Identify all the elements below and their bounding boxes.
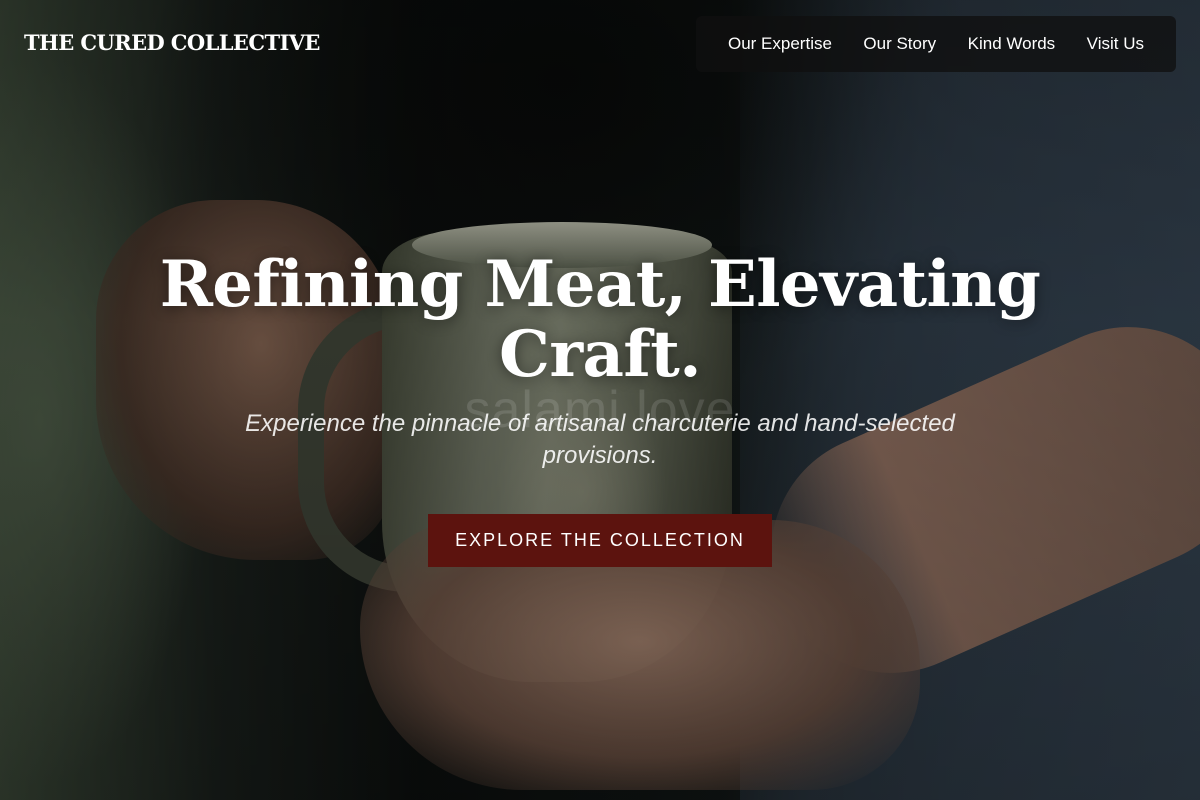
main-nav: Our Expertise Our Story Kind Words Visit…: [696, 16, 1176, 72]
hero-subtitle: Experience the pinnacle of artisanal cha…: [245, 410, 955, 469]
hero-title-line-1: Refining Meat, Elevating: [159, 247, 1041, 322]
nav-link-visit-us[interactable]: Visit Us: [1087, 34, 1144, 54]
explore-collection-button[interactable]: EXPLORE THE COLLECTION: [428, 514, 772, 567]
nav-link-kind-words[interactable]: Kind Words: [968, 34, 1056, 54]
hero-title: Refining Meat, Elevating Craft.: [150, 250, 1050, 390]
hero-title-line-2: Craft.: [499, 317, 702, 392]
hero-section: Refining Meat, Elevating Craft. Experien…: [0, 250, 1200, 567]
nav-link-our-story[interactable]: Our Story: [863, 34, 936, 54]
nav-link-our-expertise[interactable]: Our Expertise: [728, 34, 832, 54]
site-header: THE CURED COLLECTIVE Our Expertise Our S…: [0, 0, 1200, 88]
site-logo[interactable]: THE CURED COLLECTIVE: [24, 30, 320, 55]
